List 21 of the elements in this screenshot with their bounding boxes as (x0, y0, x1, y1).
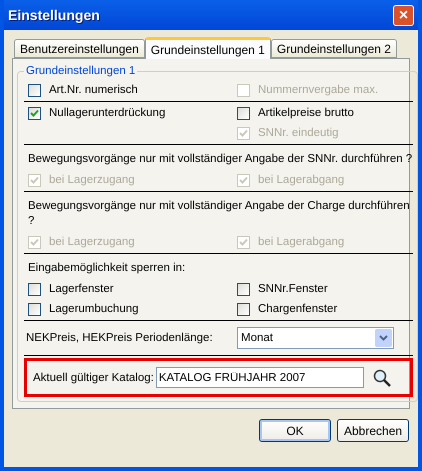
checkbox[interactable]: Art.Nr. numerisch (28, 82, 237, 98)
tab[interactable]: Benutzereinstellungen (14, 39, 145, 58)
checkbox[interactable]: Lagerfenster (28, 281, 237, 297)
checkbox[interactable]: SNNr.Fenster (237, 281, 413, 297)
group-title: Grundeinstellungen 1 (25, 65, 136, 77)
section-heading: Bewegungsvorgänge nur mit vollständiger Angabe der SNNr. durchführen ? (28, 152, 413, 167)
tab[interactable]: Grundeinstellungen 1 (144, 37, 271, 59)
period-label: NEKPreis, HEKPreis Periodenlänge: (26, 332, 214, 344)
section-heading: Bewegungsvorgänge nur mit vollständiger Angabe der Charge durchführen ? (28, 199, 411, 229)
checkbox[interactable]: Chargenfenster (237, 301, 413, 317)
section-heading: Eingabemöglichkeit sperren in: (28, 261, 186, 276)
catalog-label: Aktuell gültiger Katalog: (33, 372, 154, 384)
window-title: Einstellungen (8, 7, 100, 23)
tab[interactable]: Grundeinstellungen 2 (270, 39, 397, 58)
close-button[interactable]: × (393, 4, 414, 26)
cancel-button[interactable]: Abbrechen (337, 419, 409, 442)
checkbox[interactable]: Nullagerunterdrückung (28, 105, 237, 121)
checkbox[interactable]: Artikelpreise brutto (237, 105, 413, 121)
checkbox[interactable]: Lagerumbuchung (28, 301, 237, 317)
ok-button[interactable]: OK (259, 419, 331, 442)
period-dropdown[interactable]: Monat (237, 327, 394, 349)
